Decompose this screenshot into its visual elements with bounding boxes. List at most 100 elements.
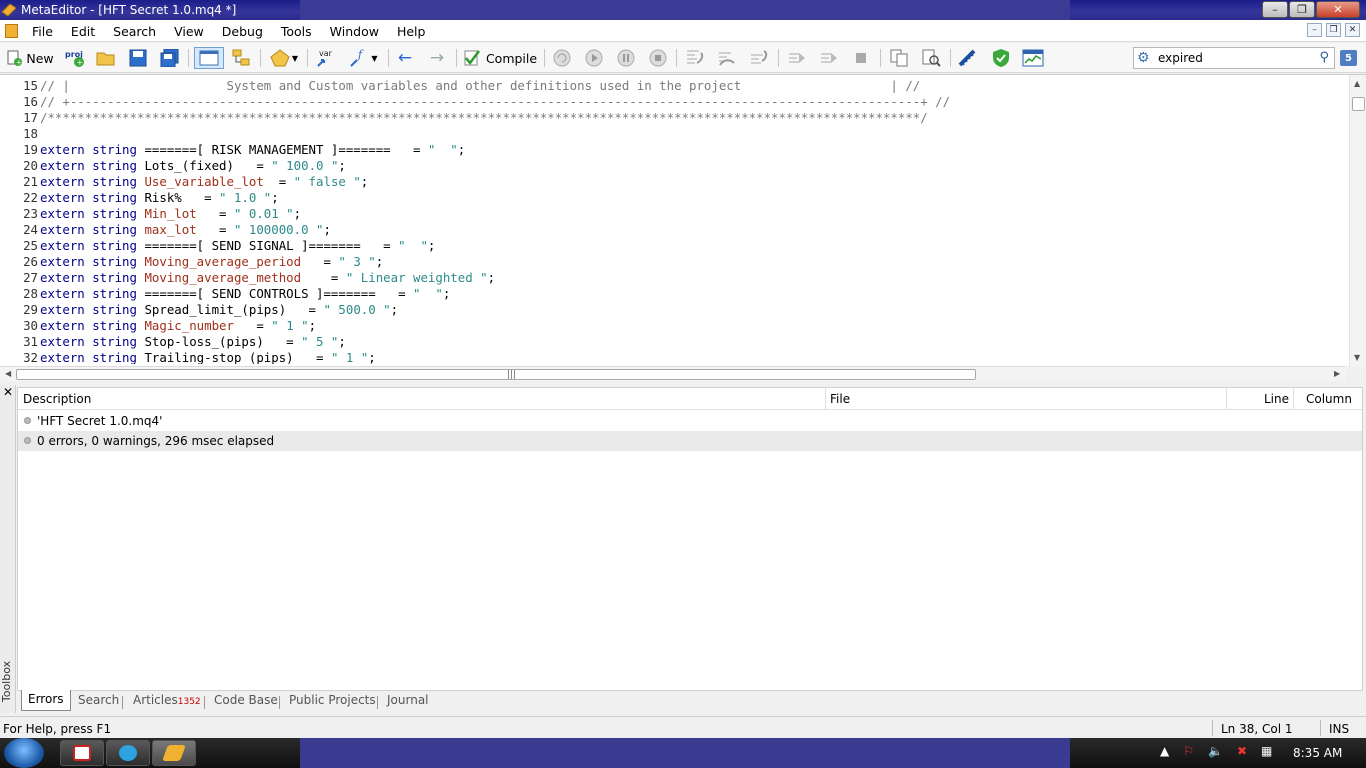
mdi-restore-button[interactable]: ❐ (1326, 23, 1341, 37)
forward-button[interactable]: → (426, 47, 448, 69)
code-line[interactable]: 31 extern string Stop-loss_(pips) = " 5 "… (0, 334, 1346, 350)
vertical-scroll-thumb[interactable] (1352, 97, 1365, 111)
run-to-cursor-button[interactable] (784, 47, 810, 69)
column-description[interactable]: Description (23, 392, 91, 406)
mdi-close-button[interactable]: ✕ (1345, 23, 1360, 37)
structure-button[interactable] (228, 47, 254, 69)
column-divider[interactable] (825, 388, 826, 410)
security-icon[interactable]: ⚐ (1183, 744, 1194, 758)
new-project-button[interactable]: proj + (62, 47, 88, 69)
scroll-left-icon[interactable]: ◀ (5, 369, 11, 378)
network-warning-icon[interactable]: ✖ (1237, 744, 1247, 758)
code-line[interactable]: 32 extern string Trailing-stop (pips) = "… (0, 350, 1346, 364)
step-into-button[interactable] (682, 47, 708, 69)
scroll-down-icon[interactable]: ▼ (1354, 353, 1360, 362)
taskbar-app-metaeditor[interactable] (152, 740, 196, 766)
save-all-button[interactable] (158, 47, 182, 69)
code-line[interactable]: 18 (0, 126, 1346, 142)
start-button[interactable] (4, 738, 44, 768)
search-input[interactable] (1158, 50, 1308, 66)
table-row[interactable]: 'HFT Secret 1.0.mq4' (18, 411, 1362, 431)
code-line[interactable]: 20 extern string Lots_(fixed) = " 100.0 "… (0, 158, 1346, 174)
start-debug-history-button[interactable] (550, 47, 574, 69)
menu-window[interactable]: Window (330, 24, 388, 39)
code-area[interactable]: 15// | System and Custom variables and o… (0, 78, 1346, 364)
stop-button[interactable] (850, 47, 872, 69)
step-over-button[interactable] (714, 47, 740, 69)
navigator-toggle-button[interactable] (194, 47, 224, 69)
vertical-scrollbar[interactable]: ▲ ▼ (1349, 75, 1366, 367)
code-line[interactable]: 23 extern string Min_lot = " 0.01 "; (0, 206, 1346, 222)
code-line[interactable]: 21 extern string Use_variable_lot = " fal… (0, 174, 1346, 190)
code-line[interactable]: 28 extern string =======[ SEND CONTROLS ]… (0, 286, 1346, 302)
column-line[interactable]: Line (1264, 392, 1289, 406)
search-results-badge[interactable]: 5 (1340, 50, 1357, 66)
menu-view[interactable]: View (174, 24, 213, 39)
tab-errors[interactable]: Errors (21, 690, 71, 711)
code-line[interactable]: 30 extern string Magic_number = " 1 "; (0, 318, 1346, 334)
column-divider[interactable] (1293, 388, 1294, 410)
styler-button[interactable] (956, 47, 982, 69)
menu-file[interactable]: File (32, 24, 62, 39)
code-editor[interactable]: 15// | System and Custom variables and o… (0, 74, 1366, 367)
code-line[interactable]: 24 extern string max_lot = " 100000.0 "; (0, 222, 1346, 238)
gear-icon[interactable]: ⚙ (1137, 50, 1150, 66)
stop-debug-button[interactable] (646, 47, 670, 69)
menu-tools[interactable]: Tools (281, 24, 321, 39)
scroll-up-icon[interactable]: ▲ (1354, 79, 1360, 88)
horizontal-scrollbar[interactable]: ◀ ||| ▶ (0, 366, 1346, 381)
horizontal-scroll-thumb[interactable]: ||| (16, 369, 976, 380)
tab-search[interactable]: Search (78, 693, 119, 707)
back-button[interactable]: ← (394, 47, 416, 69)
search-icon[interactable]: ⚲ (1319, 50, 1329, 65)
code-line[interactable]: 25 extern string =======[ SEND SIGNAL ]==… (0, 238, 1346, 254)
menu-search[interactable]: Search (113, 24, 165, 39)
column-divider[interactable] (1226, 388, 1227, 410)
close-icon[interactable]: ✕ (3, 385, 13, 399)
volume-icon[interactable]: 🔈 (1208, 744, 1223, 758)
parameter-info-button[interactable]: f ▼ (344, 47, 382, 69)
save-button[interactable] (126, 47, 150, 69)
tab-articles[interactable]: Articles1352 (133, 693, 201, 707)
step-out-button[interactable] (746, 47, 772, 69)
print-preview-button[interactable] (918, 47, 944, 69)
code-line[interactable]: 29 extern string Spread_limit_(pips) = " … (0, 302, 1346, 318)
table-row[interactable]: 0 errors, 0 warnings, 296 msec elapsed (18, 431, 1362, 451)
taskbar-app-telegram[interactable] (106, 740, 150, 766)
continue-button[interactable] (816, 47, 842, 69)
column-column[interactable]: Column (1306, 392, 1352, 406)
code-line[interactable]: 27 extern string Moving_average_method = … (0, 270, 1346, 286)
mdi-minimize-button[interactable]: – (1307, 23, 1322, 37)
copy-button[interactable] (886, 47, 912, 69)
menu-edit[interactable]: Edit (71, 24, 104, 39)
code-line[interactable]: 19 extern string =======[ RISK MANAGEMENT… (0, 142, 1346, 158)
new-button[interactable]: + New (4, 47, 56, 69)
open-button[interactable] (94, 47, 118, 69)
insert-button[interactable]: ▼ (266, 47, 302, 69)
signal-icon[interactable]: ▦ (1261, 744, 1272, 758)
terminal-button[interactable] (1020, 47, 1046, 69)
start-debug-button[interactable] (582, 47, 606, 69)
code-line[interactable]: 26 extern string Moving_average_period = … (0, 254, 1346, 270)
pause-debug-button[interactable] (614, 47, 638, 69)
code-line[interactable]: 15// | System and Custom variables and o… (0, 78, 1346, 94)
taskbar-app-media[interactable] (60, 740, 104, 766)
tab-journal[interactable]: Journal (387, 693, 429, 707)
code-line[interactable]: 16// +----------------------------------… (0, 94, 1346, 110)
column-file[interactable]: File (830, 392, 850, 406)
code-line[interactable]: 22 extern string Risk% = " 1.0 "; (0, 190, 1346, 206)
tab-code-base[interactable]: Code Base (214, 693, 278, 707)
clock[interactable]: 8:35 AM (1293, 746, 1342, 760)
compile-button[interactable]: Compile (462, 47, 538, 69)
menu-help[interactable]: Help (397, 24, 435, 39)
close-button[interactable]: ✕ (1316, 1, 1360, 18)
tab-public-projects[interactable]: Public Projects (289, 693, 376, 707)
document-icon[interactable] (5, 24, 18, 38)
minimize-button[interactable]: – (1262, 1, 1288, 18)
list-names-button[interactable]: var (313, 47, 339, 69)
chevron-up-icon[interactable]: ▲ (1160, 744, 1169, 758)
code-line[interactable]: 17/*************************************… (0, 110, 1346, 126)
check-button[interactable] (988, 47, 1014, 69)
menu-debug[interactable]: Debug (222, 24, 272, 39)
scroll-right-icon[interactable]: ▶ (1334, 369, 1340, 378)
